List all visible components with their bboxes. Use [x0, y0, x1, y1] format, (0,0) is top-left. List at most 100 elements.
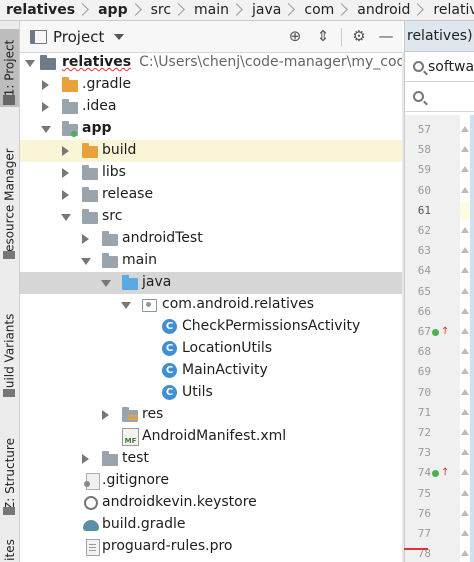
fold-marker-icon[interactable]	[461, 550, 469, 557]
tree-item-main[interactable]: main	[20, 250, 402, 272]
tree-item-label: libs	[102, 164, 126, 180]
tree-item-src[interactable]: src	[20, 206, 402, 228]
line-number: 72	[417, 426, 431, 439]
tab-structure[interactable]: Z: Structure	[0, 429, 19, 519]
tree-item-package[interactable]: com.android.relatives	[20, 294, 402, 316]
fold-marker-icon[interactable]	[461, 469, 469, 476]
breadcrumb-item-src[interactable]: src	[145, 0, 188, 20]
tree-item-label: main	[122, 252, 157, 268]
tree-item-release[interactable]: release	[20, 184, 402, 206]
fold-marker-icon[interactable]	[461, 227, 469, 233]
fold-marker-icon[interactable]	[461, 126, 469, 132]
chevron-down-icon[interactable]	[81, 258, 91, 265]
tree-item-build-gradle[interactable]: build.gradle	[20, 514, 402, 536]
gitignore-icon	[84, 473, 100, 490]
tree-item-label: proguard-rules.pro	[102, 538, 233, 554]
text-file-icon	[86, 539, 100, 556]
breadcrumb-item-relatives-package[interactable]: relatives	[427, 0, 474, 20]
chevron-right-icon[interactable]	[102, 410, 109, 420]
tree-item-locationutils[interactable]: C LocationUtils	[20, 338, 402, 360]
tab-favorites[interactable]: ites	[0, 537, 19, 562]
override-marker-icon[interactable]	[432, 470, 439, 478]
locate-icon[interactable]: ⊕	[286, 27, 304, 45]
tree-item-label: MainActivity	[182, 362, 268, 378]
fold-marker-icon[interactable]	[461, 166, 469, 173]
tree-item-res[interactable]: res	[20, 404, 402, 426]
package-icon	[142, 299, 157, 312]
tree-item-androidtest[interactable]: androidTest	[20, 228, 402, 250]
chevron-right-icon[interactable]	[82, 454, 89, 464]
breadcrumb-item-com[interactable]: com	[298, 0, 351, 20]
chevron-right-icon	[134, 0, 141, 20]
editor-tab[interactable]: relatives)	[405, 21, 474, 52]
chevron-right-icon[interactable]	[42, 102, 49, 112]
minimize-icon[interactable]: —	[377, 27, 395, 45]
tree-item-checkpermissionsactivity[interactable]: C CheckPermissionsActivity	[20, 316, 402, 338]
tree-item-build[interactable]: build	[20, 140, 402, 162]
fold-marker-icon[interactable]	[461, 408, 469, 415]
fold-marker-icon[interactable]	[461, 449, 469, 456]
collapse-all-icon[interactable]: ⇕	[314, 27, 332, 45]
navigation-breadcrumb: relatives app src main java com android …	[0, 0, 474, 21]
fold-marker-icon[interactable]	[461, 267, 469, 274]
line-number: 67	[417, 325, 431, 338]
tree-item-androidmanifest[interactable]: MF AndroidManifest.xml	[20, 426, 402, 448]
chevron-down-icon[interactable]	[61, 214, 71, 221]
fold-marker-icon[interactable]	[461, 287, 469, 294]
chevron-down-icon[interactable]	[101, 280, 111, 287]
tree-item-app[interactable]: app	[20, 118, 402, 140]
fold-marker-icon[interactable]	[461, 530, 469, 536]
tree-item-mainactivity[interactable]: C MainActivity	[20, 360, 402, 382]
tree-item-idea[interactable]: .idea	[20, 96, 402, 118]
replace-field[interactable]	[405, 82, 474, 112]
project-panel-title[interactable]: Project	[53, 28, 104, 46]
override-marker-icon[interactable]	[432, 329, 439, 336]
folder-icon	[102, 451, 118, 466]
tree-item-label: test	[122, 450, 149, 466]
fold-marker-icon[interactable]	[461, 489, 469, 496]
tree-item-relatives[interactable]: relatives C:\Users\chenj\code-manager\my_…	[20, 52, 402, 74]
fold-marker-icon[interactable]	[461, 348, 469, 355]
chevron-right-icon[interactable]	[82, 234, 89, 244]
chevron-right-icon[interactable]	[62, 146, 69, 156]
chevron-right-icon[interactable]	[42, 80, 49, 90]
error-marker	[404, 548, 428, 550]
fold-marker-icon[interactable]	[461, 247, 469, 254]
chevron-right-icon[interactable]	[62, 190, 69, 200]
tree-item-gradle[interactable]: .gradle	[20, 74, 402, 96]
module-folder-icon	[40, 55, 56, 70]
chevron-down-icon[interactable]	[25, 60, 35, 67]
editor-pane: relatives) softwa 57 58 59 60 61 62 63 64 65 66 67…	[404, 21, 474, 562]
fold-marker-icon[interactable]	[461, 388, 469, 395]
breadcrumb-item-java[interactable]: java	[246, 0, 298, 20]
chevron-down-icon[interactable]	[41, 126, 51, 133]
tree-item-label: com.android.relatives	[162, 296, 315, 312]
fold-marker-icon[interactable]	[461, 307, 469, 314]
tab-resource-manager[interactable]: Resource Manager	[0, 139, 19, 269]
chevron-down-icon[interactable]	[121, 302, 131, 309]
breadcrumb-item-relatives[interactable]: relatives	[0, 0, 92, 20]
chevron-right-icon[interactable]	[62, 168, 69, 178]
breadcrumb-item-android[interactable]: android	[351, 0, 427, 20]
fold-marker-icon[interactable]	[461, 429, 469, 435]
tree-item-java[interactable]: java	[20, 272, 402, 294]
line-number: 76	[417, 506, 431, 520]
fold-marker-icon[interactable]	[461, 368, 469, 375]
breadcrumb-item-app[interactable]: app	[92, 0, 145, 20]
fold-marker-icon[interactable]	[461, 509, 469, 516]
tree-item-proguard-rules[interactable]: proguard-rules.pro	[20, 536, 402, 558]
folder-icon	[62, 99, 78, 114]
fold-marker-icon[interactable]	[461, 146, 469, 153]
tree-item-utils[interactable]: C Utils	[20, 382, 402, 404]
fold-marker-icon[interactable]	[461, 328, 469, 334]
breadcrumb-item-main[interactable]: main	[188, 0, 246, 20]
fold-marker-icon[interactable]	[461, 186, 469, 193]
tree-item-test[interactable]: test	[20, 448, 402, 470]
tree-item-keystore[interactable]: androidkevin.keystore	[20, 492, 402, 514]
gear-icon[interactable]: ⚙	[350, 27, 368, 45]
tree-item-gitignore[interactable]: .gitignore	[20, 470, 402, 492]
chevron-down-icon[interactable]	[114, 33, 125, 40]
search-field[interactable]: softwa	[405, 52, 474, 82]
tree-item-libs[interactable]: libs	[20, 162, 402, 184]
editor-scrollbar[interactable]	[470, 115, 474, 562]
